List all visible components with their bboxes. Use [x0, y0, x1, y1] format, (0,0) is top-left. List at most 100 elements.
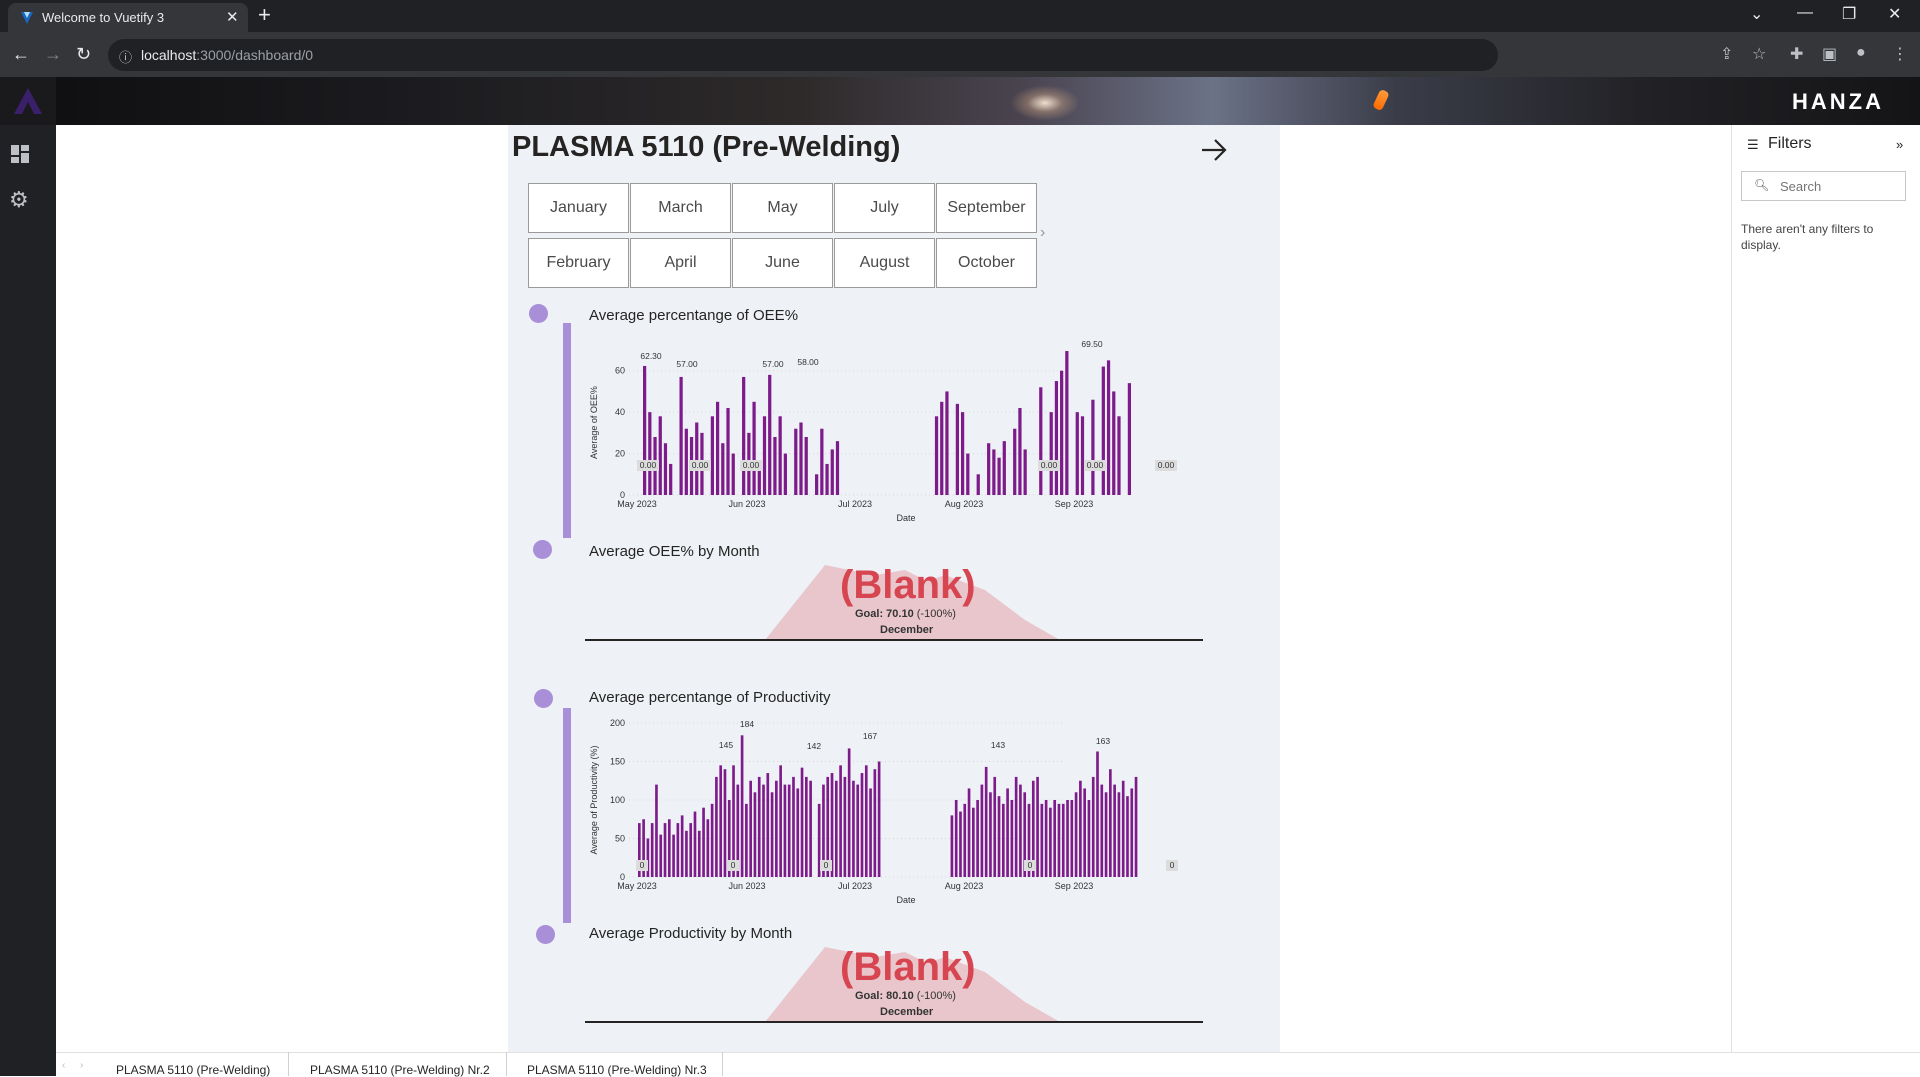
filter-search-input[interactable]: [1780, 179, 1900, 194]
app-logo-icon[interactable]: [12, 86, 44, 116]
bookmark-star-icon[interactable]: ☆: [1752, 44, 1766, 64]
bar: [950, 815, 954, 877]
bar: [655, 784, 658, 877]
x-tick-label: May 2023: [617, 881, 657, 891]
bar: [820, 428, 824, 495]
bar: [1070, 800, 1074, 877]
month-february-button[interactable]: February: [528, 238, 629, 288]
data-label: 0.00: [640, 460, 657, 470]
dashboard-icon[interactable]: [10, 144, 30, 164]
bar: [706, 819, 710, 877]
bar: [757, 470, 761, 495]
bar: [768, 374, 772, 495]
y-tick-label: 40: [615, 407, 625, 417]
bar: [1106, 360, 1111, 495]
bar: [676, 823, 680, 877]
bar: [787, 784, 791, 877]
bar: [762, 784, 765, 877]
month-may-button[interactable]: May: [732, 183, 833, 233]
section-marker-bar: [563, 323, 571, 538]
tabs-scroll-right-icon[interactable]: ›: [80, 1060, 83, 1071]
oee-bar-chart[interactable]: Average of OEE%0204060May 2023 Jun 2023 Ju…: [585, 330, 1185, 530]
url-text[interactable]: localhost:3000/dashboard/0: [141, 47, 313, 63]
bar: [715, 401, 720, 495]
navigation-rail: [0, 125, 56, 1076]
bar: [1049, 412, 1053, 495]
bar: [779, 765, 782, 877]
slicer-scroll-right-icon[interactable]: ›: [1040, 224, 1045, 242]
page-tab-3[interactable]: PLASMA 5110 (Pre-Welding) Nr.3: [527, 1053, 707, 1077]
bar: [934, 416, 939, 495]
site-info-icon[interactable]: ⓘ: [119, 47, 132, 66]
oee-gauge-month: December: [880, 624, 934, 636]
month-july-button[interactable]: July: [834, 183, 935, 233]
month-january-button[interactable]: January: [528, 183, 629, 233]
tab-close-icon[interactable]: ✕: [226, 8, 239, 26]
forward-icon[interactable]: →: [44, 44, 62, 65]
bar: [792, 776, 795, 877]
next-page-arrow-icon[interactable]: [1200, 138, 1228, 162]
x-axis-title: Date: [896, 513, 915, 523]
month-september-button[interactable]: September: [936, 183, 1037, 233]
bar: [800, 767, 804, 877]
bar: [745, 803, 748, 877]
tab-search-icon[interactable]: ⌄: [1750, 4, 1763, 24]
settings-gear-icon[interactable]: ⚙: [9, 187, 29, 213]
page-tab-2[interactable]: PLASMA 5110 (Pre-Welding) Nr.2: [310, 1053, 490, 1077]
section-marker-dot: [533, 540, 552, 559]
collapse-pane-icon[interactable]: »: [1896, 137, 1903, 152]
x-tick-label: Sep 2023: [1055, 499, 1094, 509]
month-april-button[interactable]: April: [630, 238, 731, 288]
bar: [1079, 780, 1082, 877]
bar: [1053, 800, 1057, 877]
new-tab-button[interactable]: +: [258, 4, 271, 26]
data-label: 57.00: [676, 359, 698, 369]
bar: [1130, 788, 1134, 877]
bar: [976, 474, 980, 495]
bar: [809, 780, 812, 877]
side-panel-icon[interactable]: ▣: [1822, 44, 1837, 64]
bar: [1001, 803, 1005, 877]
bar: [643, 365, 647, 495]
x-tick-label: Aug 2023: [945, 499, 984, 509]
data-label: 0: [640, 860, 645, 870]
data-label: 142: [807, 741, 821, 751]
page-tab-1[interactable]: PLASMA 5110 (Pre-Welding): [116, 1053, 270, 1077]
back-icon[interactable]: ←: [12, 44, 30, 65]
bar: [753, 792, 757, 877]
profile-icon[interactable]: ●: [1856, 44, 1866, 62]
productivity-bar-chart[interactable]: Average of Productivity (%) 0 50 100 150 200 M…: [585, 712, 1185, 912]
restore-icon[interactable]: ❐: [1842, 4, 1856, 24]
browser-tab[interactable]: Welcome to Vuetify 3 ✕: [8, 3, 248, 32]
share-icon[interactable]: ⇪: [1720, 44, 1733, 64]
browser-menu-icon[interactable]: ⋮: [1892, 44, 1908, 64]
gauge-baseline: [585, 639, 1203, 641]
minimize-icon[interactable]: —: [1797, 4, 1813, 22]
bar: [955, 403, 959, 495]
filters-pane: [1731, 125, 1920, 1052]
bar: [997, 796, 1001, 877]
reload-icon[interactable]: ↻: [76, 44, 91, 65]
month-october-button[interactable]: October: [936, 238, 1037, 288]
data-label: 62.30: [640, 351, 662, 361]
bar: [1060, 370, 1064, 495]
bar: [1044, 800, 1048, 877]
month-march-button[interactable]: March: [630, 183, 731, 233]
bar: [940, 401, 944, 495]
tabs-scroll-left-icon[interactable]: ‹: [62, 1060, 65, 1071]
extensions-icon[interactable]: ✚: [1790, 44, 1803, 64]
bar: [672, 834, 675, 877]
gauge-goal-text: Goal: 80.10: [855, 990, 914, 1002]
bar: [752, 401, 756, 495]
close-window-icon[interactable]: ✕: [1888, 4, 1901, 24]
bar: [762, 416, 767, 495]
bar: [1117, 792, 1121, 877]
bar: [997, 457, 1001, 495]
month-august-button[interactable]: August: [834, 238, 935, 288]
bar: [830, 449, 834, 495]
url-host: localhost: [141, 47, 197, 63]
section-marker-dot: [534, 689, 553, 708]
address-bar[interactable]: [108, 39, 1498, 71]
month-june-button[interactable]: June: [732, 238, 833, 288]
gauge-goal-text: Goal: 70.10: [855, 608, 914, 620]
